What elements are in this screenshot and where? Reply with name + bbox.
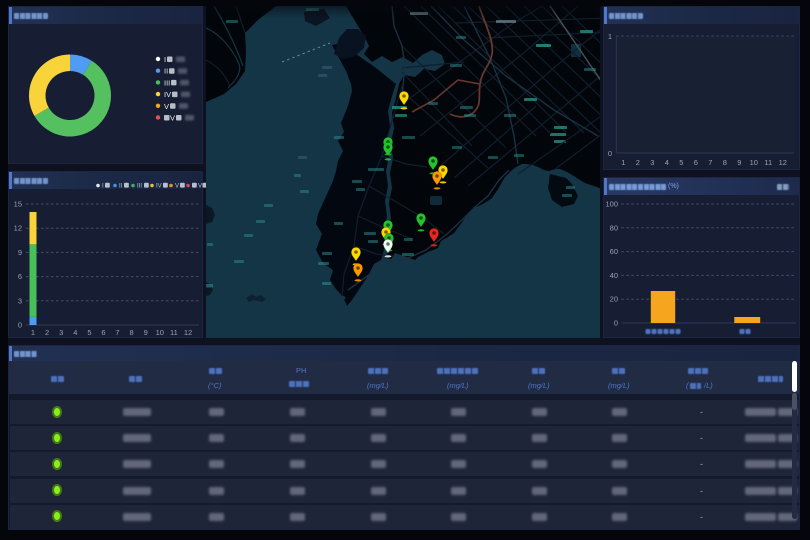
svg-text:II: II (164, 67, 168, 76)
svg-text:100: 100 (605, 200, 618, 209)
svg-text:10: 10 (156, 328, 164, 337)
svg-text:0: 0 (18, 321, 22, 330)
svg-text:6: 6 (18, 272, 22, 281)
svg-text:IV: IV (164, 90, 171, 99)
svg-text:6: 6 (101, 328, 105, 337)
svg-text:12: 12 (14, 224, 22, 233)
svg-text:1: 1 (608, 32, 612, 41)
svg-text:V: V (175, 184, 179, 190)
svg-text:V: V (164, 102, 169, 111)
svg-text:0: 0 (608, 149, 612, 158)
svg-text:3: 3 (18, 296, 22, 305)
svg-text:15: 15 (14, 200, 22, 209)
svg-text:2: 2 (636, 158, 640, 167)
svg-text:3: 3 (59, 328, 63, 337)
svg-text:9: 9 (18, 248, 22, 257)
svg-text:1: 1 (31, 328, 35, 337)
svg-text:7: 7 (708, 158, 712, 167)
svg-text:5: 5 (679, 158, 683, 167)
svg-text:IV: IV (156, 184, 162, 190)
svg-text:9: 9 (144, 328, 148, 337)
svg-text:60: 60 (610, 247, 618, 256)
svg-text:V: V (198, 184, 202, 190)
svg-text:12: 12 (779, 158, 787, 167)
svg-text:3: 3 (650, 158, 654, 167)
svg-text:6: 6 (694, 158, 698, 167)
svg-text:80: 80 (610, 223, 618, 232)
svg-text:V: V (170, 114, 175, 123)
svg-text:III: III (164, 78, 170, 87)
svg-text:7: 7 (115, 328, 119, 337)
svg-text:40: 40 (610, 271, 618, 280)
svg-text:5: 5 (87, 328, 91, 337)
svg-text:11: 11 (764, 158, 772, 167)
svg-text:11: 11 (170, 328, 178, 337)
svg-text:8: 8 (723, 158, 727, 167)
svg-text:12: 12 (184, 328, 192, 337)
svg-text:4: 4 (73, 328, 77, 337)
svg-text:8: 8 (130, 328, 134, 337)
svg-text:I: I (102, 184, 104, 190)
svg-text:III: III (137, 184, 142, 190)
svg-text:10: 10 (750, 158, 758, 167)
svg-text:4: 4 (665, 158, 669, 167)
svg-text:20: 20 (610, 295, 618, 304)
svg-text:9: 9 (737, 158, 741, 167)
svg-text:II: II (119, 184, 123, 190)
svg-text:0: 0 (614, 319, 618, 328)
svg-text:1: 1 (621, 158, 625, 167)
svg-text:2: 2 (45, 328, 49, 337)
svg-text:I: I (164, 55, 166, 64)
